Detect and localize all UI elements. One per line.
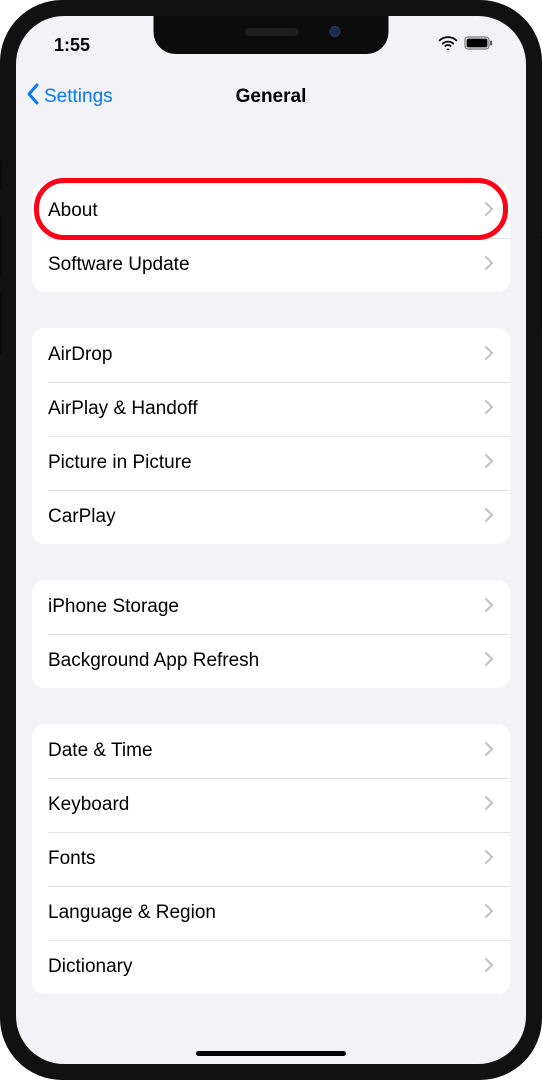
chevron-right-icon: [484, 651, 494, 672]
page-title: General: [236, 86, 307, 108]
chevron-right-icon: [484, 201, 494, 222]
chevron-right-icon: [484, 453, 494, 474]
row-dictionary[interactable]: Dictionary: [32, 940, 510, 994]
row-software-update[interactable]: Software Update: [32, 238, 510, 292]
chevron-right-icon: [484, 957, 494, 978]
chevron-right-icon: [484, 345, 494, 366]
row-label: About: [48, 200, 98, 222]
row-label: CarPlay: [48, 506, 116, 528]
screen: 1:55: [16, 16, 526, 1064]
back-label: Settings: [44, 86, 113, 108]
row-language-region[interactable]: Language & Region: [32, 886, 510, 940]
settings-group: iPhone Storage Background App Refresh: [32, 580, 510, 688]
row-label: iPhone Storage: [48, 596, 179, 618]
row-picture-in-picture[interactable]: Picture in Picture: [32, 436, 510, 490]
content-scroll[interactable]: About Software Update AirDrop: [16, 124, 526, 1064]
row-airdrop[interactable]: AirDrop: [32, 328, 510, 382]
nav-bar: Settings General: [16, 70, 526, 124]
row-label: Background App Refresh: [48, 650, 259, 672]
chevron-right-icon: [484, 597, 494, 618]
chevron-right-icon: [484, 399, 494, 420]
row-background-app-refresh[interactable]: Background App Refresh: [32, 634, 510, 688]
row-label: Language & Region: [48, 902, 216, 924]
mute-switch[interactable]: [0, 160, 2, 190]
notch: [154, 16, 389, 54]
front-camera: [330, 26, 341, 37]
row-label: Keyboard: [48, 794, 129, 816]
speaker-grille: [244, 28, 298, 36]
row-airplay-handoff[interactable]: AirPlay & Handoff: [32, 382, 510, 436]
chevron-right-icon: [484, 507, 494, 528]
chevron-right-icon: [484, 849, 494, 870]
settings-group: About Software Update: [32, 184, 510, 292]
back-button[interactable]: Settings: [26, 70, 113, 124]
chevron-right-icon: [484, 255, 494, 276]
chevron-left-icon: [26, 83, 44, 111]
row-carplay[interactable]: CarPlay: [32, 490, 510, 544]
row-label: Fonts: [48, 848, 96, 870]
status-indicators: [438, 36, 494, 55]
row-keyboard[interactable]: Keyboard: [32, 778, 510, 832]
status-time: 1:55: [54, 35, 90, 56]
chevron-right-icon: [484, 903, 494, 924]
row-fonts[interactable]: Fonts: [32, 832, 510, 886]
row-label: Dictionary: [48, 956, 132, 978]
phone-frame: 1:55: [0, 0, 542, 1080]
row-iphone-storage[interactable]: iPhone Storage: [32, 580, 510, 634]
battery-icon: [464, 36, 494, 55]
chevron-right-icon: [484, 741, 494, 762]
row-label: Software Update: [48, 254, 190, 276]
row-label: Date & Time: [48, 740, 153, 762]
home-indicator[interactable]: [196, 1051, 346, 1056]
row-label: AirPlay & Handoff: [48, 398, 198, 420]
chevron-right-icon: [484, 795, 494, 816]
wifi-icon: [438, 36, 458, 55]
settings-group: Date & Time Keyboard Fonts Language & Re…: [32, 724, 510, 994]
row-label: Picture in Picture: [48, 452, 192, 474]
volume-up-button[interactable]: [0, 215, 2, 277]
row-date-time[interactable]: Date & Time: [32, 724, 510, 778]
row-label: AirDrop: [48, 344, 112, 366]
volume-down-button[interactable]: [0, 292, 2, 354]
settings-group: AirDrop AirPlay & Handoff Picture in Pic…: [32, 328, 510, 544]
row-about[interactable]: About: [32, 184, 510, 238]
